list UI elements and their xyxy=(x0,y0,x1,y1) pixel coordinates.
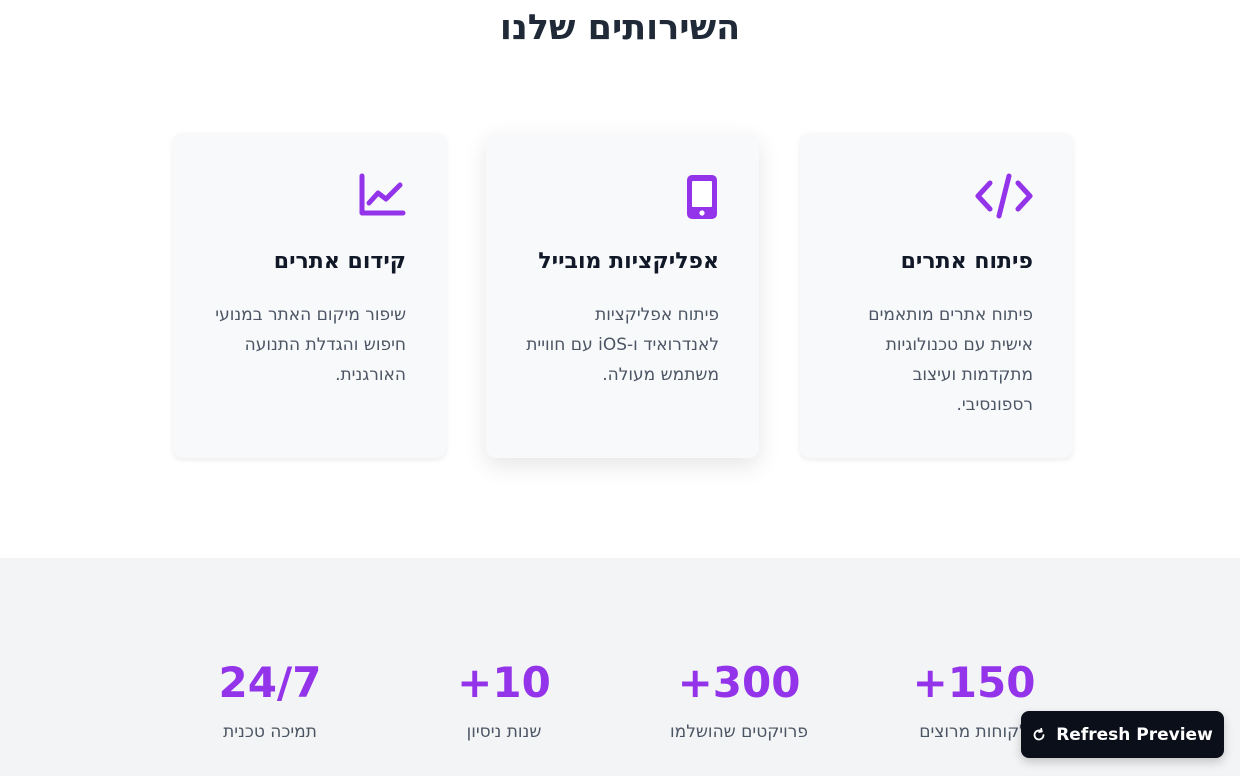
page: השירותים שלנו פיתוח אתרים פיתוח אתרים מו… xyxy=(0,0,1240,776)
stat-label: תמיכה טכנית xyxy=(223,722,317,742)
stat-value: +300 xyxy=(677,658,801,707)
card-title: פיתוח אתרים xyxy=(900,249,1033,274)
stat-value: 24/7 xyxy=(218,658,322,707)
card-title: אפליקציות מובייל xyxy=(538,249,719,274)
services-cards: פיתוח אתרים פיתוח אתרים מותאמים אישית עם… xyxy=(173,133,1073,458)
stat-value: +150 xyxy=(912,658,1036,707)
stat-label: פרויקטים שהושלמו xyxy=(670,722,808,742)
mobile-phone-icon xyxy=(526,173,719,223)
refresh-preview-label: Refresh Preview xyxy=(1056,724,1213,745)
card-title: קידום אתרים xyxy=(273,249,406,274)
stat-label: שנות ניסיון xyxy=(466,722,542,742)
card-description: פיתוח אפליקציות לאנדרואיד ו-iOS עם חוויי… xyxy=(526,305,719,385)
refresh-icon xyxy=(1032,727,1046,742)
stat-value: +10 xyxy=(457,658,551,707)
stat-technical-support: 24/7 תמיכה טכנית xyxy=(150,656,390,742)
section-title: השירותים שלנו xyxy=(499,8,741,48)
service-card-web-development[interactable]: פיתוח אתרים פיתוח אתרים מותאמים אישית עם… xyxy=(800,133,1073,458)
service-card-mobile-apps[interactable]: אפליקציות מובייל פיתוח אפליקציות לאנדרוא… xyxy=(486,133,759,458)
chart-line-icon xyxy=(213,173,406,223)
card-description: שיפור מיקום האתר במנועי חיפוש והגדלת התנ… xyxy=(215,305,406,385)
stat-projects-completed: +300 פרויקטים שהושלמו xyxy=(619,656,859,742)
services-section: השירותים שלנו פיתוח אתרים פיתוח אתרים מו… xyxy=(0,0,1240,558)
stat-years-experience: +10 שנות ניסיון xyxy=(384,656,624,742)
card-description: פיתוח אתרים מותאמים אישית עם טכנולוגיות … xyxy=(868,305,1033,415)
service-card-seo[interactable]: קידום אתרים שיפור מיקום האתר במנועי חיפו… xyxy=(173,133,446,458)
refresh-preview-button[interactable]: Refresh Preview xyxy=(1021,711,1224,758)
code-icon xyxy=(840,173,1033,223)
